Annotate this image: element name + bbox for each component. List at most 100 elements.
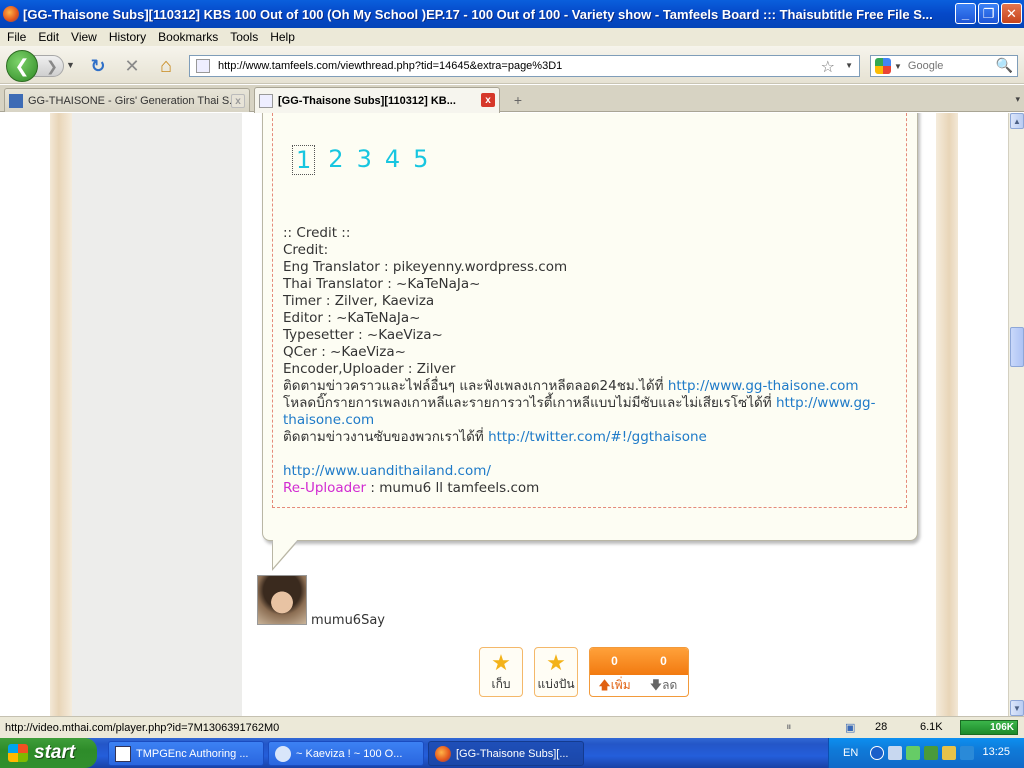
- tab-close-icon[interactable]: x: [231, 94, 245, 108]
- page-link-4[interactable]: 4: [385, 145, 400, 175]
- search-input[interactable]: [907, 60, 988, 72]
- tray-volume-icon[interactable]: [960, 746, 975, 760]
- back-button[interactable]: ❮: [6, 50, 38, 82]
- url-dropdown-icon[interactable]: ▼: [845, 61, 853, 70]
- follow-text: ติดตามข่าวคราวและไฟล์อื่นๆ และฟังเพลงเกา…: [283, 378, 668, 394]
- start-label: start: [34, 742, 76, 763]
- reuploader-value: : mumu6 ll tamfeels.com: [366, 480, 540, 496]
- twitter-text: ติดตามข่าวงานซับของพวกเราได้ที่: [283, 429, 489, 445]
- credit-line: :: Credit ::: [283, 225, 351, 241]
- author-avatar[interactable]: [257, 575, 307, 625]
- forward-button[interactable]: ❯: [34, 55, 64, 77]
- stop-icon[interactable]: ✕: [122, 56, 142, 76]
- window-titlebar: [GG-Thaisone Subs][110312] KBS 100 Out o…: [0, 0, 1024, 28]
- tab-list-icon[interactable]: ▾: [1015, 94, 1020, 105]
- credit-line: Editor : ~KaTeNaJa~: [283, 310, 421, 326]
- vote-widget: 0 0 🡅เพิ่ม 🡇ลด: [589, 647, 689, 697]
- tab-label: GG-THAISONE - Girs' Generation Thai S...: [28, 94, 239, 107]
- uandi-link[interactable]: http://www.uandithailand.com/: [283, 463, 491, 479]
- arrow-down-icon: 🡇: [649, 677, 663, 692]
- reuploader-line: Re-Uploader : mumu6 ll tamfeels.com: [283, 480, 898, 497]
- tray-app-icon[interactable]: [924, 746, 939, 760]
- engine-dropdown-icon[interactable]: ▼: [894, 62, 902, 71]
- taskbar-item-kaeviza[interactable]: ~ Kaeviza ! ~ 100 O...: [268, 741, 424, 766]
- tab-current-thread[interactable]: [GG-Thaisone Subs][110312] KB... x: [254, 87, 500, 113]
- taskbar-item-label: TMPGEnc Authoring ...: [136, 747, 249, 760]
- menu-file[interactable]: File: [0, 30, 32, 44]
- reload-icon[interactable]: ↻: [88, 56, 108, 76]
- app-window-icon: [115, 745, 131, 762]
- new-tab-button[interactable]: +: [507, 91, 529, 109]
- page-content: 1 2 3 4 5 :: Credit :: Credit: Eng Trans…: [0, 113, 1008, 716]
- status-url: http://video.mthai.com/player.php?id=7M1…: [5, 721, 280, 734]
- credit-line: Thai Translator : ~KaTeNaJa~: [283, 276, 481, 292]
- gg-thaisone-link[interactable]: http://www.gg-thaisone.com: [668, 378, 859, 394]
- vertical-scrollbar[interactable]: ▲ ▼: [1008, 113, 1024, 716]
- status-bar: http://video.mthai.com/player.php?id=7M1…: [0, 716, 1024, 738]
- post-sidebar: [72, 113, 242, 716]
- tab-gg-thaisone[interactable]: GG-THAISONE - Girs' Generation Thai S...…: [4, 88, 250, 112]
- scroll-up-arrow-icon[interactable]: ▲: [1010, 113, 1024, 129]
- google-engine-icon[interactable]: [875, 58, 891, 74]
- close-window-button[interactable]: ✕: [1001, 3, 1022, 24]
- vote-down-button[interactable]: 🡇ลด: [639, 676, 688, 697]
- page-link-1[interactable]: 1: [292, 145, 316, 175]
- url-input[interactable]: [218, 60, 808, 72]
- navigation-toolbar: ❯ ❮ ▼ ↻ ✕ ⌂ ☆ ▼ ▼ 🔍: [0, 46, 1024, 84]
- status-count: 28: [875, 721, 888, 733]
- scroll-thumb[interactable]: [1010, 327, 1024, 367]
- menu-history[interactable]: History: [103, 30, 152, 44]
- vote-down-count: 0: [660, 654, 667, 668]
- credit-line: Eng Translator : pikeyenny.wordpress.com: [283, 259, 568, 275]
- vote-up-count: 0: [611, 654, 618, 668]
- menu-bookmarks[interactable]: Bookmarks: [152, 30, 224, 44]
- tray-ime-icon[interactable]: [888, 746, 903, 760]
- decorative-pillar-right: [936, 113, 958, 716]
- page-link-2[interactable]: 2: [328, 145, 343, 175]
- messenger-icon: [275, 745, 291, 762]
- minimize-button[interactable]: _: [955, 3, 976, 24]
- addon-icon[interactable]: ⏸: [786, 721, 792, 734]
- vote-counts: 0 0: [590, 648, 688, 675]
- author-name[interactable]: mumu6Say: [311, 613, 385, 628]
- taskbar-item-label: [GG-Thaisone Subs][...: [456, 747, 569, 760]
- home-icon[interactable]: ⌂: [156, 55, 176, 77]
- reuploader-label: Re-Uploader: [283, 480, 367, 496]
- share-button[interactable]: ★ แบ่งปัน: [534, 647, 578, 697]
- credit-line: Credit:: [283, 242, 329, 258]
- taskbar-item-firefox[interactable]: [GG-Thaisone Subs][...: [428, 741, 584, 766]
- twitter-link[interactable]: http://twitter.com/#!/ggthaisone: [488, 429, 707, 445]
- page-link-5[interactable]: 5: [413, 145, 428, 175]
- download-line: โหลดบิ๊กรายการเพลงเกาหลีและรายการวาไรตี้…: [283, 395, 898, 429]
- tab-close-icon[interactable]: x: [481, 93, 495, 107]
- vote-up-label: เพิ่ม: [610, 677, 631, 692]
- url-bar[interactable]: ☆ ▼: [189, 55, 860, 77]
- clock: 13:25: [982, 746, 1010, 758]
- menu-view[interactable]: View: [65, 30, 103, 44]
- menu-edit[interactable]: Edit: [32, 30, 65, 44]
- credit-line: Timer : Zilver, Kaeviza: [283, 293, 435, 309]
- follow-line: ติดตามข่าวคราวและไฟล์อื่นๆ และฟังเพลงเกา…: [283, 378, 898, 395]
- scroll-down-arrow-icon[interactable]: ▼: [1010, 700, 1024, 716]
- vote-up-button[interactable]: 🡅เพิ่ม: [590, 676, 639, 697]
- windows-taskbar: start TMPGEnc Authoring ... ~ Kaeviza ! …: [0, 738, 1024, 768]
- menu-help[interactable]: Help: [264, 30, 301, 44]
- search-box[interactable]: ▼ 🔍: [870, 55, 1018, 77]
- credits-block: :: Credit :: Credit: Eng Translator : pi…: [283, 225, 898, 497]
- twitter-line: ติดตามข่าวงานซับของพวกเราได้ที่ http://t…: [283, 429, 898, 446]
- menu-tools[interactable]: Tools: [224, 30, 264, 44]
- tray-network-icon[interactable]: [906, 746, 921, 760]
- page-link-3[interactable]: 3: [357, 145, 372, 175]
- language-indicator[interactable]: EN: [843, 747, 858, 759]
- maximize-button[interactable]: ❐: [978, 3, 999, 24]
- bookmark-star-icon[interactable]: ☆: [821, 57, 835, 77]
- tray-security-icon[interactable]: [942, 746, 957, 760]
- credit-line: Encoder,Uploader : Zilver: [283, 361, 456, 377]
- history-dropdown-icon[interactable]: ▼: [66, 60, 75, 70]
- search-icon[interactable]: 🔍: [996, 57, 1013, 74]
- start-button[interactable]: start: [0, 738, 97, 768]
- tray-arrow-icon[interactable]: [870, 746, 885, 760]
- save-button[interactable]: ★ เก็บ: [479, 647, 523, 697]
- taskbar-item-tmpgenc[interactable]: TMPGEnc Authoring ...: [108, 741, 264, 766]
- download-icon[interactable]: ▣: [845, 721, 855, 734]
